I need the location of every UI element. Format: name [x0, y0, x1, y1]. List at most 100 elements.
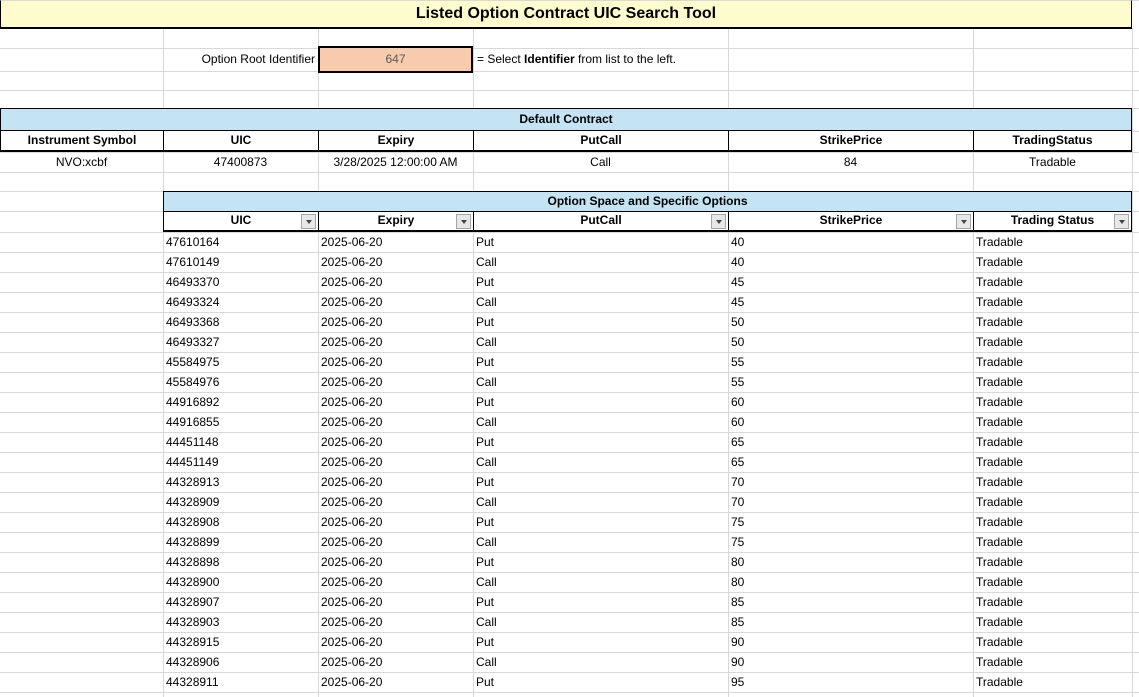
cell-putcall[interactable]: Call	[473, 652, 728, 672]
cell-uic[interactable]: 44328911	[163, 672, 318, 692]
cell-trading-status[interactable]: Tradable	[973, 272, 1132, 292]
cell-trading-status[interactable]: Tradable	[973, 432, 1132, 452]
cell-uic[interactable]: 44328898	[163, 552, 318, 572]
cell-expiry[interactable]: 3/28/2025 12:00:00 AM	[318, 152, 473, 172]
cell-trading-status[interactable]: Tradable	[973, 652, 1132, 672]
cell-strikeprice[interactable]: 84	[728, 152, 973, 172]
cell-putcall[interactable]: Put	[473, 432, 728, 452]
cell-strikeprice[interactable]: 90	[728, 632, 973, 652]
cell-expiry[interactable]: 2025-06-20	[318, 572, 473, 592]
cell-trading-status[interactable]: Tradable	[973, 612, 1132, 632]
cell-uic[interactable]: 47610164	[163, 232, 318, 252]
cell-trading-status[interactable]: Tradable	[973, 632, 1132, 652]
cell-strikeprice[interactable]: 65	[728, 432, 973, 452]
cell-putcall[interactable]: Put	[473, 232, 728, 252]
cell-uic[interactable]: 46493368	[163, 312, 318, 332]
cell-trading-status[interactable]: Tradable	[973, 332, 1132, 352]
cell-putcall[interactable]: Call	[473, 152, 728, 172]
cell-strikeprice[interactable]: 40	[728, 232, 973, 252]
cell-strikeprice[interactable]: 70	[728, 492, 973, 512]
cell-expiry[interactable]: 2025-06-20	[318, 272, 473, 292]
cell-expiry[interactable]: 2025-06-20	[318, 392, 473, 412]
cell-trading-status[interactable]: Tradable	[973, 572, 1132, 592]
cell-expiry[interactable]: 2025-06-20	[318, 432, 473, 452]
cell-uic[interactable]: 46493327	[163, 332, 318, 352]
cell-expiry[interactable]: 2025-06-20	[318, 372, 473, 392]
cell-uic[interactable]: 44328908	[163, 512, 318, 532]
cell-trading-status[interactable]: Tradable	[973, 472, 1132, 492]
cell-strikeprice[interactable]: 60	[728, 412, 973, 432]
cell-putcall[interactable]: Call	[473, 572, 728, 592]
cell-putcall[interactable]: Call	[473, 372, 728, 392]
cell-expiry[interactable]: 2025-06-20	[318, 232, 473, 252]
cell-putcall[interactable]: Call	[473, 412, 728, 432]
cell-uic[interactable]: 45584975	[163, 352, 318, 372]
filter-button-expiry[interactable]	[456, 214, 471, 229]
option-root-identifier-input[interactable]: 647	[318, 46, 473, 73]
cell-strikeprice[interactable]: 55	[728, 352, 973, 372]
cell-trading-status[interactable]: Tradable	[973, 452, 1132, 472]
cell-uic[interactable]: 44328900	[163, 572, 318, 592]
cell-trading-status[interactable]: Tradable	[973, 492, 1132, 512]
cell-putcall[interactable]: Call	[473, 532, 728, 552]
cell-putcall[interactable]: Put	[473, 312, 728, 332]
cell-expiry[interactable]: 2025-06-20	[318, 592, 473, 612]
cell-trading-status[interactable]: Tradable	[973, 552, 1132, 572]
cell-uic[interactable]: 46493370	[163, 272, 318, 292]
cell-strikeprice[interactable]: 50	[728, 332, 973, 352]
cell-putcall[interactable]: Put	[473, 552, 728, 572]
cell-putcall[interactable]: Call	[473, 612, 728, 632]
cell-uic[interactable]: 45584976	[163, 372, 318, 392]
cell-expiry[interactable]: 2025-06-20	[318, 292, 473, 312]
cell-strikeprice[interactable]: 85	[728, 612, 973, 632]
cell-expiry[interactable]: 2025-06-20	[318, 412, 473, 432]
cell-expiry[interactable]: 2025-06-20	[318, 252, 473, 272]
cell-putcall[interactable]: Put	[473, 392, 728, 412]
cell-strikeprice[interactable]: 85	[728, 592, 973, 612]
cell-expiry[interactable]: 2025-06-20	[318, 632, 473, 652]
cell-uic[interactable]: 44328913	[163, 472, 318, 492]
cell-strikeprice[interactable]: 90	[728, 652, 973, 672]
cell-trading-status[interactable]: Tradable	[973, 392, 1132, 412]
cell-strikeprice[interactable]: 45	[728, 272, 973, 292]
cell-strikeprice[interactable]: 60	[728, 392, 973, 412]
cell-uic[interactable]: 44328906	[163, 652, 318, 672]
cell-putcall[interactable]: Put	[473, 472, 728, 492]
cell-trading-status[interactable]: Tradable	[973, 252, 1132, 272]
cell-putcall[interactable]: Call	[473, 252, 728, 272]
cell-trading-status[interactable]: Tradable	[973, 532, 1132, 552]
cell-uic[interactable]: 47400873	[163, 152, 318, 172]
cell-uic[interactable]: 44328907	[163, 592, 318, 612]
cell-strikeprice[interactable]: 80	[728, 572, 973, 592]
filter-button-trading-status[interactable]	[1114, 214, 1129, 229]
cell-strikeprice[interactable]: 75	[728, 512, 973, 532]
cell-uic[interactable]: 44451149	[163, 452, 318, 472]
cell-putcall[interactable]: Put	[473, 592, 728, 612]
cell-tradingstatus[interactable]: Tradable	[973, 152, 1132, 172]
cell-strikeprice[interactable]: 55	[728, 372, 973, 392]
filter-button-putcall[interactable]	[711, 214, 726, 229]
cell-trading-status[interactable]: Tradable	[973, 372, 1132, 392]
cell-expiry[interactable]: 2025-06-20	[318, 512, 473, 532]
cell-trading-status[interactable]: Tradable	[973, 232, 1132, 252]
cell-uic[interactable]: 44328903	[163, 612, 318, 632]
filter-button-uic[interactable]	[301, 214, 316, 229]
cell-expiry[interactable]: 2025-06-20	[318, 332, 473, 352]
cell-strikeprice[interactable]: 95	[728, 672, 973, 692]
cell-trading-status[interactable]: Tradable	[973, 412, 1132, 432]
cell-trading-status[interactable]: Tradable	[973, 352, 1132, 372]
cell-expiry[interactable]: 2025-06-20	[318, 552, 473, 572]
cell-expiry[interactable]: 2025-06-20	[318, 472, 473, 492]
cell-putcall[interactable]: Call	[473, 292, 728, 312]
cell-strikeprice[interactable]: 70	[728, 472, 973, 492]
cell-strikeprice[interactable]: 50	[728, 312, 973, 332]
cell-expiry[interactable]: 2025-06-20	[318, 532, 473, 552]
cell-expiry[interactable]: 2025-06-20	[318, 612, 473, 632]
filter-button-strikeprice[interactable]	[956, 214, 971, 229]
cell-putcall[interactable]: Call	[473, 332, 728, 352]
cell-trading-status[interactable]: Tradable	[973, 592, 1132, 612]
cell-expiry[interactable]: 2025-06-20	[318, 352, 473, 372]
cell-uic[interactable]: 44328909	[163, 492, 318, 512]
cell-trading-status[interactable]: Tradable	[973, 672, 1132, 692]
cell-instrument-symbol[interactable]: NVO:xcbf	[0, 152, 163, 172]
